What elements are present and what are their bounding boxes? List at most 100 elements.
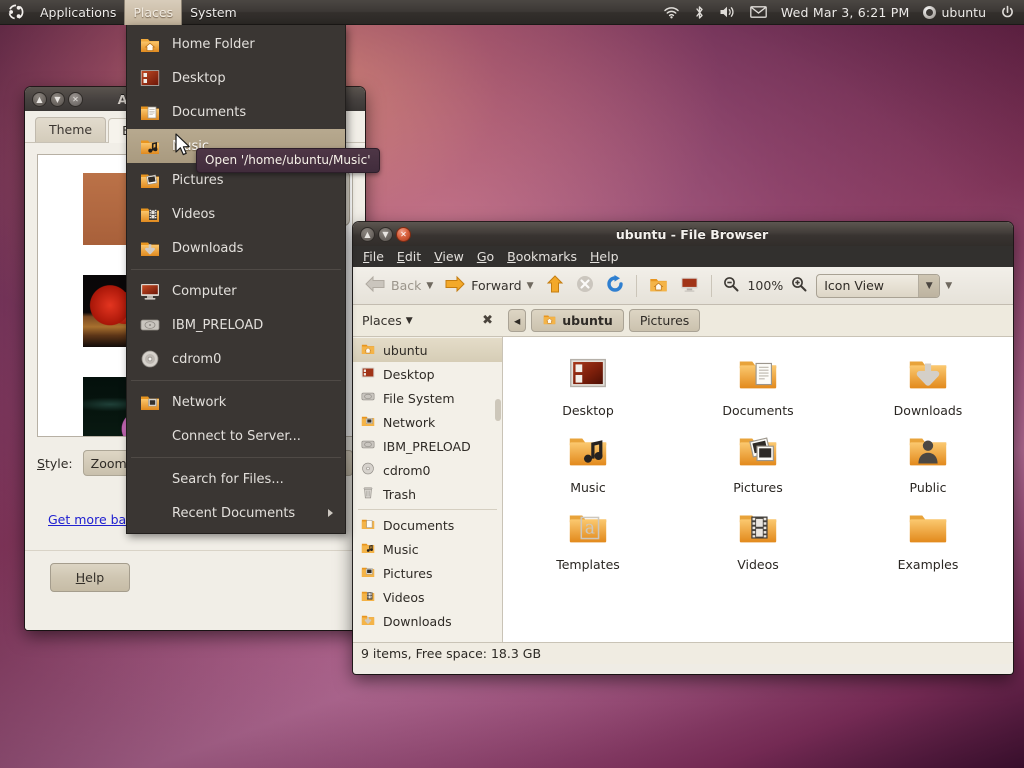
menu-applications[interactable]: Applications: [32, 0, 124, 25]
places-item-home-folder[interactable]: Home Folder: [127, 27, 345, 61]
menu-places[interactable]: Places: [124, 0, 182, 25]
breadcrumb-item-ubuntu[interactable]: ubuntu: [531, 309, 624, 332]
file-item-templates[interactable]: a Templates: [503, 505, 673, 572]
places-item-recent-documents[interactable]: Recent Documents: [127, 496, 345, 530]
file-item-examples[interactable]: Examples: [843, 505, 1013, 572]
file-browser-window[interactable]: ▲ ▼ ✕ ubuntu - File Browser File Edit Vi…: [353, 222, 1013, 674]
places-item-cdrom0[interactable]: cdrom0: [127, 342, 345, 376]
harddisk-icon: [360, 389, 376, 407]
clock[interactable]: Wed Mar 3, 6:21 PM: [781, 5, 910, 20]
forward-button[interactable]: Forward: [439, 272, 526, 299]
places-item-downloads[interactable]: Downloads: [127, 231, 345, 265]
sidebar-item-trash[interactable]: Trash: [353, 482, 502, 506]
file-item-music[interactable]: Music: [503, 428, 673, 495]
appearance-window-controls[interactable]: ▲ ▼ ✕: [32, 92, 83, 107]
close-button[interactable]: ✕: [396, 227, 411, 242]
sidebar-item-videos[interactable]: Videos: [353, 585, 502, 609]
chevron-down-icon[interactable]: ▼: [406, 316, 413, 326]
menu-view[interactable]: View: [434, 249, 464, 264]
places-item-ibm-preload[interactable]: IBM_PRELOAD: [127, 308, 345, 342]
sidebar-item-cdrom0[interactable]: cdrom0: [353, 458, 502, 482]
sidebar-item-ubuntu[interactable]: ubuntu: [353, 338, 502, 362]
places-item-network[interactable]: Network: [127, 385, 345, 419]
sidebar-item-label: Pictures: [383, 566, 433, 581]
reload-button[interactable]: [600, 271, 630, 300]
home-button[interactable]: [643, 271, 674, 300]
file-item-public[interactable]: Public: [843, 428, 1013, 495]
toolbar-separator: [636, 275, 637, 297]
tooltip-text: Open '/home/ubuntu/Music': [205, 153, 371, 167]
help-button[interactable]: Help: [50, 563, 130, 592]
folder-videos-icon: [735, 505, 781, 554]
menu-file[interactable]: File: [363, 249, 384, 264]
zoom-in-icon: [791, 276, 807, 295]
ubuntu-logo-button[interactable]: [0, 0, 32, 25]
places-item-label: Network: [172, 395, 333, 410]
file-list-view[interactable]: Desktop: [503, 337, 1013, 642]
stop-button[interactable]: [570, 271, 600, 300]
volume-icon[interactable]: [719, 5, 736, 19]
folder-pictures-icon: [139, 169, 161, 191]
file-item-desktop[interactable]: Desktop: [503, 351, 673, 418]
zoom-out-button[interactable]: [718, 273, 744, 298]
back-button[interactable]: Back: [359, 272, 426, 299]
places-item-connect-to-server[interactable]: Connect to Server...: [127, 419, 345, 453]
chevron-down-icon[interactable]: ▼: [918, 275, 939, 297]
menu-help[interactable]: Help: [590, 249, 619, 264]
menu-go[interactable]: Go: [477, 249, 494, 264]
maximize-button[interactable]: ▼: [378, 227, 393, 242]
menu-edit[interactable]: Edit: [397, 249, 421, 264]
file-browser-window-controls[interactable]: ▲ ▼ ✕: [360, 227, 411, 242]
file-item-pictures[interactable]: Pictures: [673, 428, 843, 495]
file-item-downloads[interactable]: Downloads: [843, 351, 1013, 418]
forward-dropdown-icon[interactable]: ▼: [527, 281, 534, 291]
sidebar-item-network[interactable]: Network: [353, 410, 502, 434]
computer-button[interactable]: [674, 271, 705, 300]
mail-icon[interactable]: [750, 6, 767, 18]
close-button[interactable]: ✕: [68, 92, 83, 107]
zoom-in-button[interactable]: [786, 273, 812, 298]
places-item-search-for-files[interactable]: Search for Files...: [127, 462, 345, 496]
places-item-documents[interactable]: Documents: [127, 95, 345, 129]
menu-system[interactable]: System: [182, 0, 245, 25]
places-panel-header[interactable]: Places ▼ ✖: [353, 305, 503, 337]
sidebar-item-file-system[interactable]: File System: [353, 386, 502, 410]
user-menu[interactable]: ubuntu: [923, 5, 986, 20]
minimize-button[interactable]: ▲: [360, 227, 375, 242]
sidebar-item-label: cdrom0: [383, 463, 430, 478]
stop-icon: [575, 274, 595, 297]
tab-theme[interactable]: Theme: [35, 117, 106, 142]
file-item-documents[interactable]: Documents: [673, 351, 843, 418]
menu-bookmarks[interactable]: Bookmarks: [507, 249, 577, 264]
places-menu-popup[interactable]: Home Folder Desktop: [126, 25, 346, 534]
close-sidebar-icon[interactable]: ✖: [482, 313, 493, 328]
folder-downloads-icon: [360, 612, 376, 630]
bluetooth-icon[interactable]: [694, 5, 705, 20]
file-item-videos[interactable]: Videos: [673, 505, 843, 572]
breadcrumb-item-pictures[interactable]: Pictures: [629, 309, 701, 332]
file-browser-titlebar[interactable]: ▲ ▼ ✕ ubuntu - File Browser: [353, 222, 1013, 246]
sidebar-item-pictures[interactable]: Pictures: [353, 561, 502, 585]
power-icon[interactable]: [1000, 5, 1015, 20]
places-item-desktop[interactable]: Desktop: [127, 61, 345, 95]
menu-system-label: System: [190, 5, 237, 20]
folder-home-icon: [360, 341, 376, 359]
minimize-button[interactable]: ▲: [32, 92, 47, 107]
sidebar-item-music[interactable]: Music: [353, 537, 502, 561]
style-label: Style:: [37, 456, 73, 471]
view-mode-combobox[interactable]: Icon View ▼: [816, 274, 940, 298]
places-item-videos[interactable]: Videos: [127, 197, 345, 231]
up-button[interactable]: [540, 271, 570, 300]
maximize-button[interactable]: ▼: [50, 92, 65, 107]
sidebar-item-documents[interactable]: Documents: [353, 513, 502, 537]
sidebar-item-downloads[interactable]: Downloads: [353, 609, 502, 633]
sidebar-item-desktop[interactable]: Desktop: [353, 362, 502, 386]
back-dropdown-icon[interactable]: ▼: [426, 281, 433, 291]
places-item-computer[interactable]: Computer: [127, 274, 345, 308]
sidebar-item-ibm-preload[interactable]: IBM_PRELOAD: [353, 434, 502, 458]
breadcrumb-scroll-left[interactable]: ◂: [508, 309, 526, 332]
places-sidebar[interactable]: ubuntu Desktop: [353, 337, 503, 642]
toolbar-overflow-icon[interactable]: ▼: [945, 281, 952, 291]
wifi-icon[interactable]: [663, 5, 680, 19]
sidebar-scrollbar[interactable]: [495, 399, 501, 421]
